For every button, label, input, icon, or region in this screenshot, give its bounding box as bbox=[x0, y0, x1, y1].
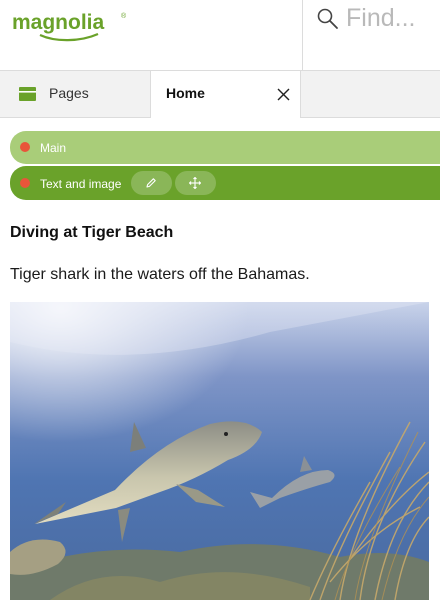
component-bar[interactable]: Text and image bbox=[10, 166, 440, 200]
component-marker-dot bbox=[20, 178, 30, 188]
move-button[interactable] bbox=[175, 171, 216, 195]
logo-wordmark: magnolia bbox=[12, 11, 105, 34]
app-header: magnolia ® Find... bbox=[0, 0, 440, 71]
area-bar-main[interactable]: Main bbox=[10, 131, 440, 164]
svg-text:®: ® bbox=[121, 12, 127, 20]
magnolia-logo: magnolia ® bbox=[12, 11, 127, 42]
search-input[interactable]: Find... bbox=[346, 4, 415, 33]
content-image bbox=[10, 302, 429, 600]
search-box[interactable]: Find... bbox=[304, 0, 440, 71]
logo-area: magnolia ® bbox=[0, 0, 303, 71]
pages-icon bbox=[19, 87, 36, 101]
tab-pages[interactable]: Pages bbox=[0, 71, 151, 117]
pencil-icon bbox=[146, 178, 156, 188]
tab-home[interactable]: Home bbox=[151, 71, 301, 118]
content-heading: Diving at Tiger Beach bbox=[10, 224, 174, 241]
area-label: Main bbox=[40, 141, 67, 155]
tab-pages-label: Pages bbox=[49, 85, 89, 101]
search-icon bbox=[317, 8, 338, 29]
content-text: Tiger shark in the waters off the Bahama… bbox=[10, 266, 310, 283]
tab-bar: Pages Home bbox=[0, 71, 440, 118]
area-marker-dot bbox=[20, 142, 30, 152]
close-icon[interactable] bbox=[277, 88, 290, 101]
edit-button[interactable] bbox=[131, 171, 172, 195]
shark-photo bbox=[10, 302, 429, 600]
move-icon bbox=[189, 177, 201, 189]
component-label: Text and image bbox=[40, 177, 122, 191]
tab-home-label: Home bbox=[166, 85, 205, 101]
